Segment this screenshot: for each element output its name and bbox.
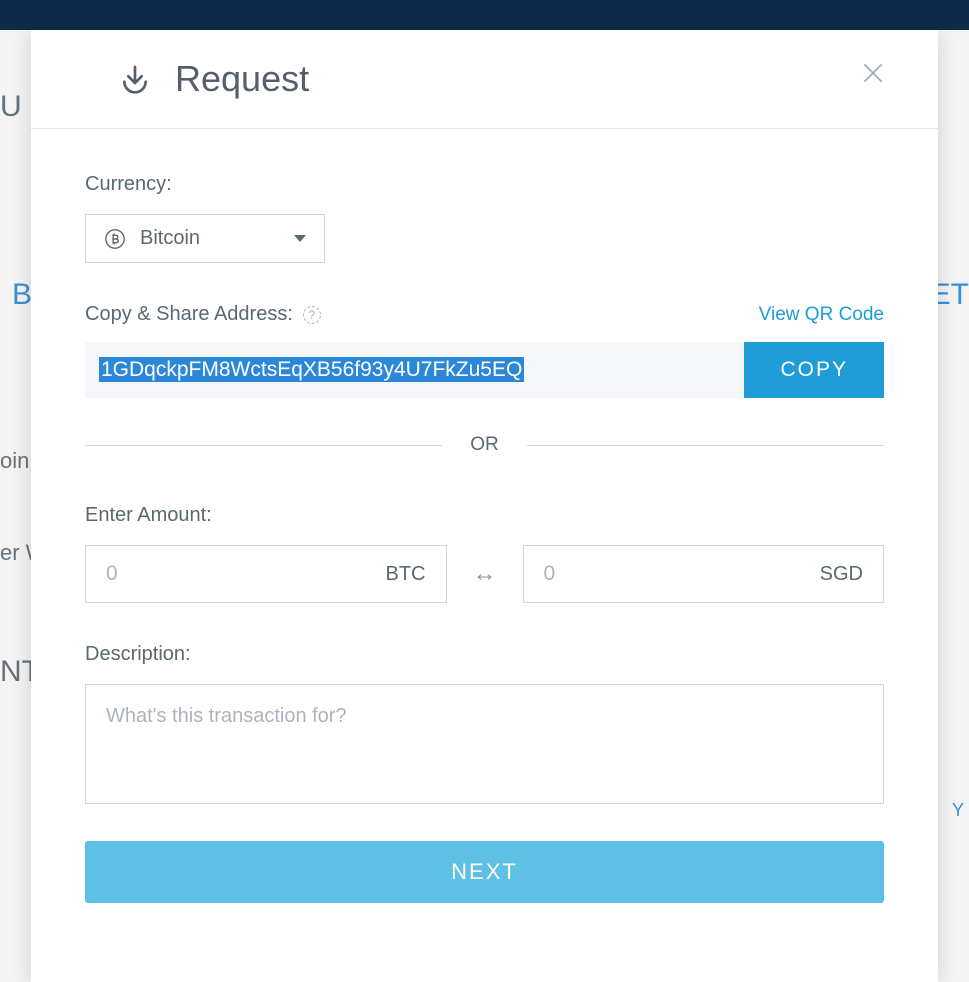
- currency-select[interactable]: Bitcoin: [85, 214, 325, 263]
- address-label: Copy & Share Address:: [85, 303, 293, 326]
- divider-line: [527, 445, 884, 446]
- address-row: 1GDqckpFM8WctsEqXB56f93y4U7FkZu5EQ COPY: [85, 342, 884, 398]
- address-header: Copy & Share Address: ? View QR Code: [85, 303, 884, 326]
- help-icon[interactable]: ?: [303, 306, 321, 324]
- crypto-amount-wrap: BTC: [85, 545, 447, 603]
- next-button[interactable]: NEXT: [85, 841, 884, 903]
- address-value: 1GDqckpFM8WctsEqXB56f93y4U7FkZu5EQ: [99, 357, 524, 382]
- chevron-down-icon: [294, 235, 306, 242]
- modal-title-wrap: Request: [119, 58, 309, 100]
- address-label-wrap: Copy & Share Address: ?: [85, 303, 321, 326]
- crypto-amount-input[interactable]: [106, 562, 386, 586]
- swap-icon[interactable]: ↔: [473, 560, 497, 588]
- modal-body: Currency: Bitcoin Copy & Share Address: …: [31, 129, 938, 943]
- download-icon: [119, 63, 151, 95]
- address-display[interactable]: 1GDqckpFM8WctsEqXB56f93y4U7FkZu5EQ: [85, 342, 744, 398]
- currency-selected-value: Bitcoin: [140, 227, 280, 250]
- modal-overlay: Request Currency: Bitcoin Copy & S: [0, 30, 969, 982]
- crypto-suffix: BTC: [386, 563, 426, 586]
- fiat-amount-input[interactable]: [544, 562, 820, 586]
- divider-line: [85, 445, 442, 446]
- close-button[interactable]: [852, 52, 894, 99]
- description-textarea[interactable]: [85, 684, 884, 804]
- close-icon: [860, 60, 886, 86]
- modal-header: Request: [31, 30, 938, 129]
- description-label: Description:: [85, 643, 884, 666]
- copy-button[interactable]: COPY: [744, 342, 884, 398]
- amount-label: Enter Amount:: [85, 504, 884, 527]
- amount-row: BTC ↔ SGD: [85, 545, 884, 603]
- currency-label: Currency:: [85, 173, 884, 196]
- fiat-amount-wrap: SGD: [523, 545, 885, 603]
- fiat-suffix: SGD: [820, 563, 863, 586]
- or-text: OR: [470, 434, 499, 456]
- bitcoin-icon: [104, 228, 126, 250]
- or-divider: OR: [85, 434, 884, 456]
- modal-title: Request: [175, 58, 309, 100]
- view-qr-link[interactable]: View QR Code: [759, 304, 884, 326]
- top-navigation-bar: [0, 0, 969, 30]
- request-modal: Request Currency: Bitcoin Copy & S: [31, 30, 938, 982]
